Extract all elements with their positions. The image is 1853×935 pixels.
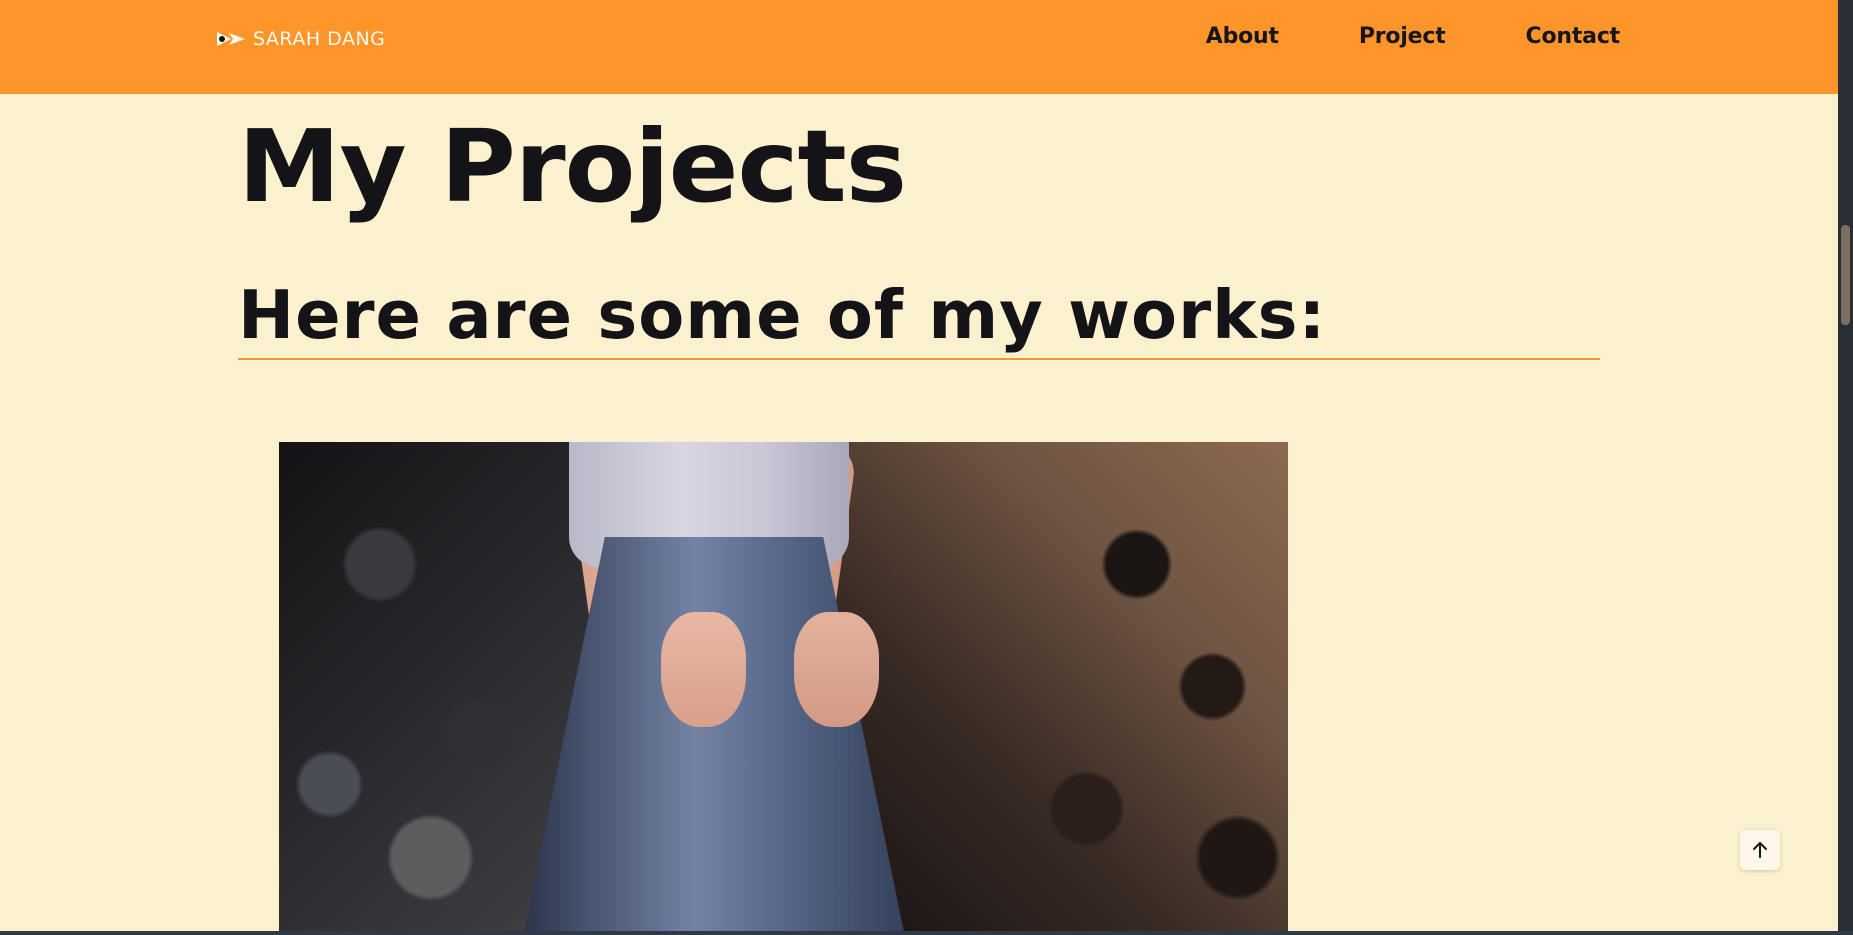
- arrow-up-icon: [1753, 842, 1767, 858]
- nav-about[interactable]: About: [1206, 24, 1279, 49]
- subtitle-divider: [238, 358, 1600, 360]
- page-title: My Projects: [238, 108, 907, 225]
- photo-hand-left: [661, 612, 746, 727]
- site-header: SARAH DANG About Project Contact: [0, 0, 1838, 94]
- window-bottom-edge: [0, 931, 1853, 935]
- page-viewport: SARAH DANG About Project Contact My Proj…: [0, 0, 1838, 931]
- arrow-logo-icon: [217, 32, 245, 46]
- nav-contact[interactable]: Contact: [1526, 24, 1621, 49]
- brand-link[interactable]: SARAH DANG: [217, 28, 385, 50]
- project-photo[interactable]: [279, 442, 1288, 931]
- brand-name: SARAH DANG: [253, 28, 386, 50]
- back-to-top-button[interactable]: [1740, 830, 1780, 870]
- scrollbar-thumb[interactable]: [1841, 225, 1850, 325]
- nav-project[interactable]: Project: [1359, 24, 1446, 49]
- photo-hand-right: [794, 612, 879, 727]
- main-nav: About Project Contact: [1206, 24, 1620, 49]
- section-subtitle: Here are some of my works:: [238, 276, 1327, 354]
- vertical-scrollbar[interactable]: [1838, 0, 1853, 931]
